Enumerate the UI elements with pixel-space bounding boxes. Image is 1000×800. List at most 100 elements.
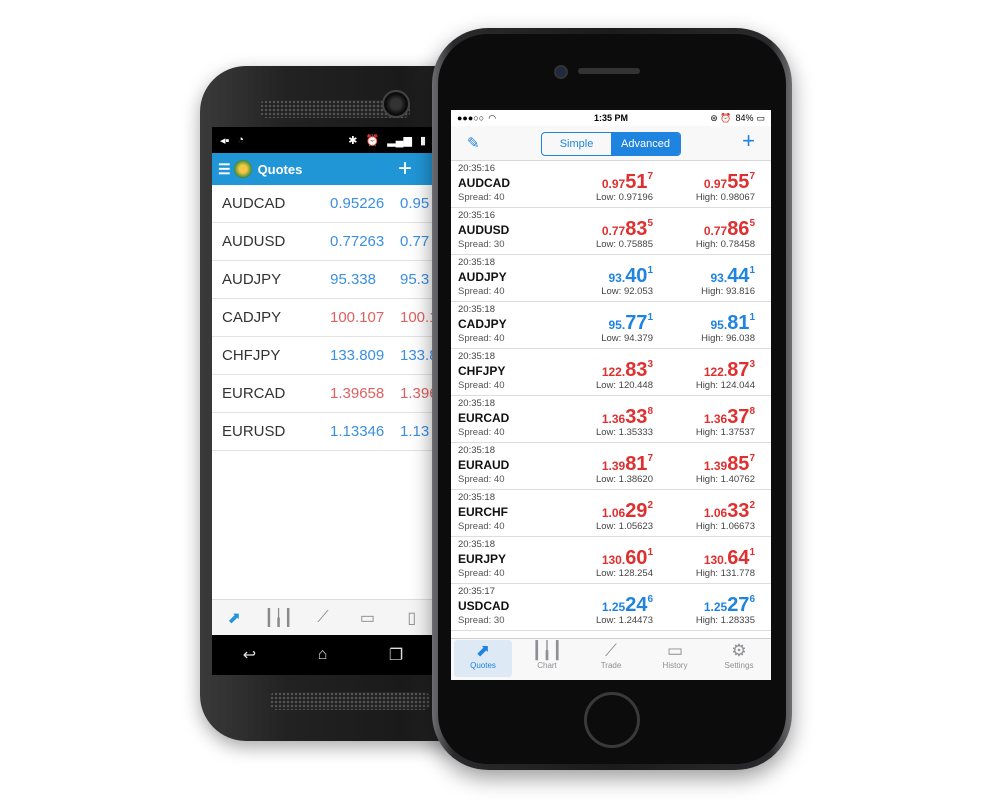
- recents-icon[interactable]: ❐: [389, 645, 403, 665]
- quote-row[interactable]: 20:35:18 CADJPY Spread: 40 95.771 95.811 Low:…: [451, 302, 771, 349]
- signal-icon: ▂▄▆: [387, 134, 412, 147]
- ask-price-big-digits: 44: [727, 265, 750, 287]
- quote-row[interactable]: 20:35:18 EURCAD Spread: 40 1.36338 1.36378 Lo…: [451, 396, 771, 443]
- quote-high: High: 124.044: [695, 380, 755, 391]
- segment-advanced[interactable]: Advanced: [611, 133, 680, 155]
- quotes-tab-icon[interactable]: ⬈: [212, 608, 256, 628]
- quote-high: High: 1.40762: [695, 474, 755, 485]
- quote-symbol: EURCAD: [222, 385, 286, 402]
- quote-spread: Spread: 30: [458, 615, 505, 626]
- history-tab-icon[interactable]: ▭: [345, 608, 389, 628]
- tab-quotes[interactable]: ⬈ Quotes: [451, 639, 515, 680]
- quote-high: High: 0.98067: [695, 192, 755, 203]
- quote-row[interactable]: EURUSD 1.13346 1.13: [212, 413, 434, 451]
- tab-trade[interactable]: ⟋ Trade: [579, 639, 643, 680]
- tab-settings[interactable]: ⚙ Settings: [707, 639, 771, 680]
- tab-label: Trade: [600, 661, 622, 670]
- quote-symbol: AUDJPY: [222, 271, 282, 288]
- bid-price: 93.401: [609, 265, 654, 288]
- quote-spread: Spread: 40: [458, 568, 505, 579]
- add-icon[interactable]: +: [742, 128, 755, 154]
- ask-price-prefix: 95.: [710, 318, 728, 332]
- ask-price-big-digits: 87: [727, 359, 750, 381]
- settings-icon: ⚙: [731, 641, 747, 660]
- quote-low: Low: 1.35333: [595, 427, 653, 438]
- bid-price-pipette: 5: [647, 218, 653, 229]
- quote-time: 20:35:18: [458, 257, 495, 268]
- quote-row[interactable]: EURCAD 1.39658 1.396: [212, 375, 434, 413]
- quote-row[interactable]: 20:35:18 EURCHF Spread: 40 1.06292 1.06332 Lo…: [451, 490, 771, 537]
- quote-bid: 1.39658: [330, 385, 385, 402]
- status-time: 1:35 PM: [593, 113, 628, 123]
- android-status-bar: ◂▪ ◔ ✱ ⏰ ▂▄▆ ▮: [212, 127, 434, 153]
- trade-tab-icon[interactable]: ⟋: [301, 609, 345, 627]
- quote-ask: 133.8: [400, 347, 434, 364]
- quote-row[interactable]: CHFJPY 133.809 133.8: [212, 337, 434, 375]
- quote-symbol: CADJPY: [222, 309, 282, 326]
- ask-price: 130.641: [704, 547, 755, 570]
- menu-icon[interactable]: ☰: [218, 161, 231, 178]
- ask-price-prefix: 0.97: [703, 177, 728, 191]
- quote-row[interactable]: 20:35:18 AUDJPY Spread: 40 93.401 93.441 Low:…: [451, 255, 771, 302]
- bid-price-big-digits: 29: [625, 500, 648, 522]
- quote-time: 20:35:18: [458, 492, 495, 503]
- quote-symbol: EURJPY: [458, 552, 507, 566]
- bid-price-big-digits: 40: [625, 265, 648, 287]
- bid-price-big-digits: 51: [625, 171, 648, 193]
- ask-price-prefix: 1.39: [703, 459, 728, 473]
- quote-low: Low: 0.75885: [595, 239, 653, 250]
- quote-row[interactable]: AUDUSD 0.77263 0.77: [212, 223, 434, 261]
- bid-price-pipette: 1: [647, 265, 653, 276]
- ask-price-big-digits: 86: [727, 218, 750, 240]
- tab-history[interactable]: ▭ History: [643, 639, 707, 680]
- ask-price-pipette: 2: [749, 500, 755, 511]
- home-icon[interactable]: ⌂: [318, 646, 328, 664]
- tab-chart[interactable]: ┃╽┃ Chart: [515, 639, 579, 680]
- quote-row[interactable]: 20:35:18 EURJPY Spread: 40 130.601 130.641 Lo…: [451, 537, 771, 584]
- ask-price: 1.36378: [704, 406, 755, 429]
- ask-price-prefix: 1.25: [703, 600, 728, 614]
- quote-row[interactable]: AUDCAD 0.95226 0.95: [212, 185, 434, 223]
- bid-price-pipette: 6: [647, 594, 653, 605]
- alarm-icon: ⏰: [365, 134, 380, 147]
- quote-low: Low: 92.053: [601, 286, 653, 297]
- history-icon: ▭: [666, 641, 684, 660]
- quote-symbol: EURCAD: [458, 411, 510, 425]
- quote-row[interactable]: 20:35:18 EURAUD Spread: 40 1.39817 1.39857 Lo…: [451, 443, 771, 490]
- ios-toolbar: ✎ Simple Advanced +: [451, 126, 771, 161]
- home-button[interactable]: [584, 692, 640, 748]
- app-title: Quotes: [257, 161, 303, 177]
- quote-high: High: 1.06673: [695, 521, 755, 532]
- iphone-earpiece: [578, 68, 640, 74]
- bid-price-pipette: 1: [647, 547, 653, 558]
- journal-tab-icon[interactable]: ▯: [390, 608, 434, 628]
- back-icon[interactable]: ↩: [243, 645, 256, 665]
- quote-row[interactable]: 20:35:16 AUDCAD Spread: 40 0.97517 0.97557 Lo…: [451, 161, 771, 208]
- ask-price-big-digits: 37: [727, 406, 750, 428]
- quote-bid: 95.338: [330, 271, 376, 288]
- quote-high: High: 93.816: [701, 286, 755, 297]
- bid-price-pipette: 8: [647, 406, 653, 417]
- quote-row[interactable]: AUDJPY 95.338 95.3: [212, 261, 434, 299]
- quote-low: Low: 94.379: [601, 333, 653, 344]
- quote-row[interactable]: 20:35:16 AUDUSD Spread: 30 0.77835 0.77865 Lo…: [451, 208, 771, 255]
- quote-bid: 133.809: [330, 347, 385, 364]
- bid-price-big-digits: 60: [625, 547, 648, 569]
- ask-price-pipette: 1: [749, 547, 755, 558]
- quote-ask: 95.3: [400, 271, 430, 288]
- chart-tab-icon[interactable]: ┃╽┃: [256, 608, 300, 628]
- quote-symbol: CADJPY: [458, 317, 507, 331]
- add-icon[interactable]: +: [398, 155, 412, 183]
- quote-low: Low: 1.24473: [595, 615, 653, 626]
- quote-time: 20:35:18: [458, 398, 495, 409]
- ask-price-pipette: 7: [749, 453, 755, 464]
- quote-row[interactable]: 20:35:18 CHFJPY Spread: 40 122.833 122.873 Lo…: [451, 349, 771, 396]
- quote-row[interactable]: CADJPY 100.107 100.1: [212, 299, 434, 337]
- ask-price-prefix: 0.77: [703, 224, 728, 238]
- edit-pencil-icon[interactable]: ✎: [467, 134, 480, 152]
- segment-simple[interactable]: Simple: [542, 133, 611, 155]
- quote-row[interactable]: 20:35:17 USDCAD Spread: 30 1.25246 1.25276 Lo…: [451, 584, 771, 631]
- quote-symbol: CHFJPY: [458, 364, 506, 378]
- ask-price: 95.811: [711, 312, 756, 335]
- quote-symbol: CHFJPY: [222, 347, 281, 364]
